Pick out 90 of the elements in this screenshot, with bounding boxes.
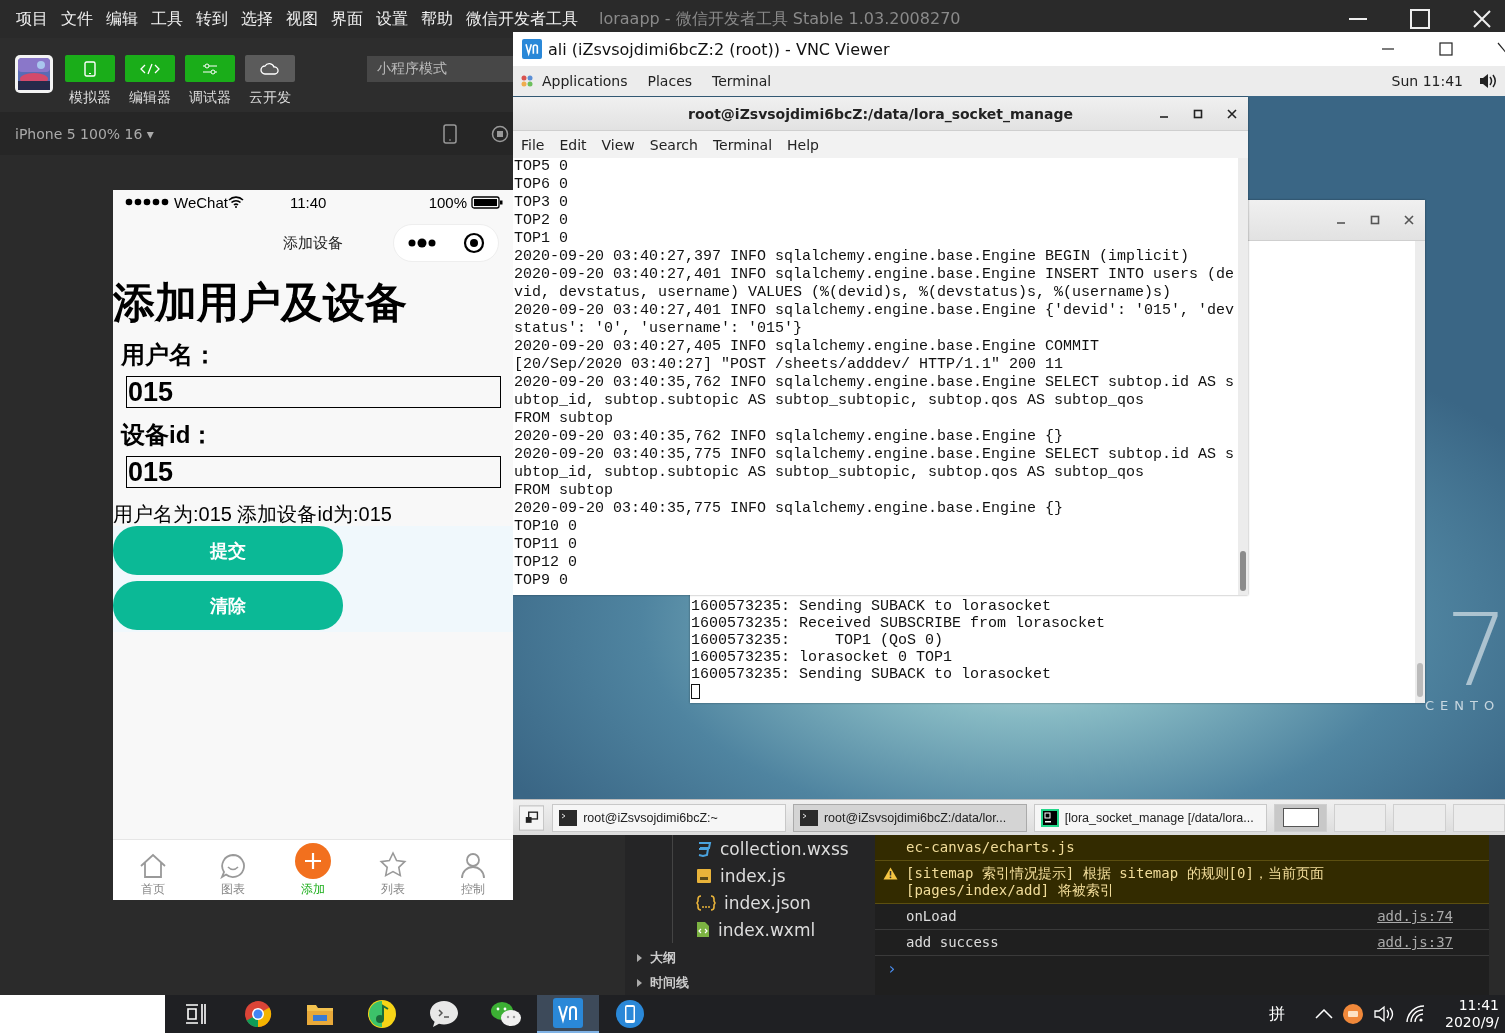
menu-item[interactable]: 视图 <box>286 8 318 30</box>
terminal-line: 2020-09-20 03:40:35,775 INFO sqlalchemy.engine.base.Engine {} <box>514 500 1065 518</box>
menu-item[interactable]: 转到 <box>196 8 228 30</box>
terminal-line: 2020-09-20 03:40:27,405 INFO sqlalchemy.engine.base.Engine COMMIT <box>514 338 1101 356</box>
terminal-line: 1600573235: Sending SUBACK to lorasocket <box>691 598 1053 615</box>
menu-item[interactable]: Search <box>649 136 698 153</box>
outline-section[interactable]: 大纲 <box>625 945 875 970</box>
status-time: 11:40 <box>289 193 327 211</box>
terminal-line: 2020-09-20 03:40:27,401 INFO sqlalchemy.engine.base.Engine INSERT INTO users (de <box>514 266 1236 284</box>
terminal-line: TOP9 0 <box>514 572 569 590</box>
toolbar-label: 调试器 <box>189 89 231 107</box>
result-text: 用户名为:015 添加设备id为:015 <box>113 502 393 526</box>
terminal-line: FROM subtop <box>514 410 615 428</box>
page-title: 添加设备 <box>283 233 343 253</box>
menu-item[interactable]: 项目 <box>16 8 48 30</box>
toolbar-label: 编辑器 <box>129 89 171 107</box>
battery-percent: 100% <box>428 193 467 211</box>
menu-item[interactable]: Terminal <box>712 136 773 153</box>
toolbar-label: 云开发 <box>249 89 291 107</box>
terminal-line: 1600573235: Received SUBSCRIBE from lorasocket <box>691 615 1107 632</box>
field-label: 用户名： <box>121 340 218 370</box>
menu-item[interactable]: File <box>521 136 545 153</box>
console-prompt[interactable]: › <box>875 956 1489 978</box>
tab-item[interactable]: 列表 <box>353 840 433 900</box>
os-logo-text: CENTO <box>1425 698 1501 713</box>
terminal-line: TOP1 0 <box>514 230 569 248</box>
menu-item[interactable]: 工具 <box>151 8 183 30</box>
clock-date[interactable]: 2020/9/ <box>1445 1014 1499 1031</box>
terminal-line: 2020-09-20 03:40:35,775 INFO sqlalchemy.engine.base.Engine SELECT subtop.id AS s <box>514 446 1236 464</box>
source-link[interactable]: add.js:74 <box>1377 908 1453 925</box>
terminal-line: status': '0', 'username': '015'} <box>514 320 804 338</box>
panel-menu[interactable]: Terminal <box>712 73 772 89</box>
console-message: add success <box>906 934 999 951</box>
outline-section[interactable]: 时间线 <box>625 970 875 995</box>
mode-dropdown[interactable]: 小程序模式 <box>367 56 513 82</box>
menu-item[interactable]: 设置 <box>376 8 408 30</box>
terminal-line: vid, devstatus, username) VALUES (%(devid)s, %(devstatus)s, %(username)s) <box>514 284 1173 302</box>
terminal-line: 1600573235: TOP1 (QoS 0) <box>691 632 945 649</box>
terminal-line: 1600573235: lorasocket 0 TOP1 <box>691 649 954 666</box>
terminal-line: TOP6 0 <box>514 176 569 194</box>
input-field[interactable]: 015 <box>126 456 501 488</box>
terminal-line: TOP12 0 <box>514 554 578 572</box>
terminal-line: TOP11 0 <box>514 536 578 554</box>
window-title: root@iZsvsojdimi6bcZ:/data/lora_socket_manage <box>688 105 1073 122</box>
menu-item[interactable]: 帮助 <box>421 8 453 30</box>
menu-item[interactable]: Help <box>787 136 819 153</box>
console-message: onLoad <box>906 908 957 925</box>
terminal-line: ubtop_id, subtop.subtopic AS subtop_subtopic, subtop.qos AS subtop_qos <box>514 464 1146 482</box>
clock-time[interactable]: 11:41 <box>1458 997 1499 1014</box>
field-label: 设备id： <box>121 420 216 450</box>
input-field[interactable]: 015 <box>126 376 501 408</box>
menu-item[interactable]: 界面 <box>331 8 363 30</box>
os-logo-number: 7 <box>1445 601 1505 701</box>
terminal-line: TOP3 0 <box>514 194 569 212</box>
menu-item[interactable]: View <box>601 136 635 153</box>
console-message: [sitemap 索引情况提示] 根据 sitemap 的规则[0]，当前页面 [pages/index/add] 将被索引 <box>906 865 1324 899</box>
terminal-line: 2020-09-20 03:40:27,397 INFO sqlalchemy.engine.base.Engine BEGIN (implicit) <box>514 248 1191 266</box>
panel-menu[interactable]: Applications <box>542 73 628 89</box>
panel-clock[interactable]: Sun 11:41 <box>1391 73 1463 89</box>
menu-item[interactable]: 文件 <box>61 8 93 30</box>
tab-item[interactable]: 首页 <box>113 840 193 900</box>
toolbar-label: 模拟器 <box>69 89 111 107</box>
terminal-line: 2020-09-20 03:40:27,401 INFO sqlalchemy.engine.base.Engine {'devid': '015', 'dev <box>514 302 1236 320</box>
input-method-indicator[interactable]: 拼 <box>1269 1003 1285 1025</box>
terminal-line: [20/Sep/2020 03:40:27] "POST /sheets/adddev/ HTTP/1.1" 200 11 <box>514 356 1065 374</box>
terminal-line: 2020-09-20 03:40:35,762 INFO sqlalchemy.engine.base.Engine SELECT subtop.id AS s <box>514 374 1236 392</box>
carrier-name: WeChat <box>174 193 228 211</box>
menu-item[interactable]: 选择 <box>241 8 273 30</box>
source-link[interactable]: add.js:37 <box>1377 934 1453 951</box>
terminal-line: FROM subtop <box>514 482 615 500</box>
window-list-button[interactable]: [lora_socket_manage [/data/lora... <box>1033 803 1268 832</box>
menu-item[interactable]: 微信开发者工具 <box>466 8 578 30</box>
window-title: loraapp - 微信开发者工具 Stable 1.03.2008270 <box>599 8 961 30</box>
window-list-button[interactable]: root@iZsvsojdimi6bcZ:/data/lor... <box>792 803 1027 832</box>
window-title: ali (iZsvsojdimi6bcZ:2 (root)) - VNC Viewer <box>548 39 890 59</box>
tab-item[interactable]: 图表 <box>193 840 273 900</box>
page-heading: 添加用户及设备 <box>113 278 408 328</box>
tab-item[interactable]: 控制 <box>433 840 513 900</box>
terminal-line: 2020-09-20 03:40:35,762 INFO sqlalchemy.engine.base.Engine {} <box>514 428 1065 446</box>
terminal-line: ubtop_id, subtop.subtopic AS subtop_subtopic, subtop.qos AS subtop_qos <box>514 392 1146 410</box>
terminal-line: TOP2 0 <box>514 212 569 230</box>
window-list-button[interactable]: root@iZsvsojdimi6bcZ:~ <box>552 803 786 832</box>
terminal-line: TOP5 0 <box>514 158 569 176</box>
console-message: ec-canvas/echarts.js <box>906 839 1075 856</box>
menu-item[interactable]: Edit <box>559 136 587 153</box>
terminal-line: 1600573235: Sending SUBACK to lorasocket <box>691 666 1053 683</box>
menu-item[interactable]: 编辑 <box>106 8 138 30</box>
device-selector[interactable]: iPhone 5 100% 16 ▾ <box>15 125 154 142</box>
terminal-line: TOP10 0 <box>514 518 578 536</box>
panel-menu[interactable]: Places <box>647 73 693 89</box>
